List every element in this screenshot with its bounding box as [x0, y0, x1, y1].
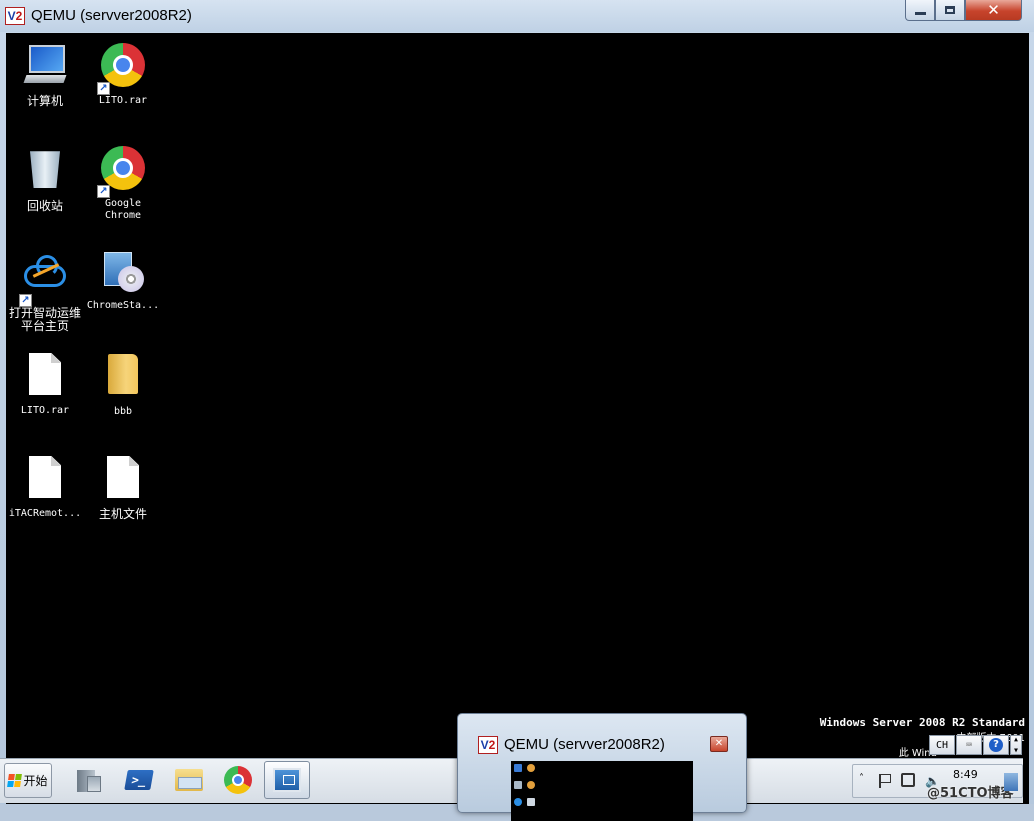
server-manager-icon [77, 766, 101, 794]
close-icon: ✕ [987, 1, 1000, 19]
clock[interactable]: 8:49 [953, 768, 978, 781]
chrome-icon: ↗ [97, 146, 147, 198]
desktop-icon-label: 回收站 [26, 199, 63, 213]
shortcut-arrow-icon: ↗ [19, 294, 32, 307]
start-button[interactable]: 开始 [4, 763, 52, 798]
language-bar: CH ⌨ ? ▴ ▾ [929, 734, 1022, 757]
show-hidden-icons-button[interactable]: ˄ [859, 773, 864, 784]
mini-desktop-icon [514, 764, 522, 772]
mini-desktop-icon [514, 798, 522, 806]
desktop-icon-recycle-bin[interactable]: 回收站 [8, 144, 82, 213]
installer-icon [99, 248, 147, 296]
taskbar-powershell[interactable]: >_ [116, 761, 162, 799]
maximize-icon [945, 6, 955, 14]
mini-desktop-icon [527, 781, 535, 789]
minimize-button[interactable] [905, 0, 935, 21]
desktop-icon-label: LITO.rar [20, 405, 70, 416]
network-icon[interactable] [901, 773, 915, 787]
computer-icon [21, 43, 69, 91]
document-icon [21, 456, 69, 504]
desktop-icon-host-file[interactable]: 主机文件 [86, 453, 160, 521]
remote-desktop-icon [273, 768, 301, 792]
windows-logo-icon [7, 774, 23, 787]
keyboard-icon[interactable]: ⌨ [956, 735, 982, 755]
title-bar[interactable]: V2 QEMU (servver2008R2) ✕ [0, 0, 1034, 32]
thumbnail-close-button[interactable]: ✕ [710, 736, 728, 752]
desktop-icon-label: iTACRemot... [8, 508, 82, 519]
shortcut-arrow-icon: ↗ [97, 82, 110, 95]
cloud-icon: ↗ [19, 255, 69, 307]
action-center-flag-icon[interactable] [879, 774, 893, 788]
shortcut-arrow-icon: ↗ [97, 185, 110, 198]
mini-desktop-icon [527, 798, 535, 806]
taskbar-server-manager[interactable] [66, 761, 112, 799]
mini-desktop-icon [527, 764, 535, 772]
recycle-bin-icon [21, 148, 69, 196]
taskbar-chrome[interactable] [215, 761, 261, 799]
window-title: QEMU (servver2008R2) [31, 7, 192, 24]
watermark-credit: @51CTO博客 [927, 786, 1014, 801]
close-button[interactable]: ✕ [965, 0, 1022, 21]
taskbar-explorer[interactable] [166, 761, 212, 799]
start-label: 开始 [23, 774, 48, 788]
chrome-icon [224, 766, 252, 794]
qemu-window: V2 QEMU (servver2008R2) ✕ 计算机 ↗ LITO.rar… [0, 0, 1034, 821]
show-desktop-button[interactable] [1004, 773, 1018, 791]
desktop-icon-lito-shortcut[interactable]: ↗ LITO.rar [86, 41, 160, 107]
desktop-icon-google-chrome[interactable]: ↗ Google Chrome [86, 144, 160, 222]
thumbnail-screen-preview [511, 761, 693, 821]
desktop-icon-label: Google Chrome [104, 198, 142, 221]
watermark-edition: Windows Server 2008 R2 Standard [819, 716, 1025, 729]
desktop-icon-ops-portal[interactable]: ↗ 打开智动运维 平台主页 [8, 247, 82, 333]
help-icon: ? [989, 738, 1003, 752]
minimize-icon [914, 11, 926, 15]
qemu-app-icon: V2 [478, 736, 498, 754]
desktop-icon-label: 主机文件 [98, 507, 147, 521]
mini-desktop-icon [514, 781, 522, 789]
taskbar-remote-desktop[interactable] [264, 761, 310, 799]
document-icon [99, 456, 147, 504]
powershell-icon: >_ [124, 770, 154, 790]
desktop-icon-label: ChromeSta... [86, 300, 160, 311]
chrome-icon: ↗ [97, 43, 147, 95]
document-icon [21, 353, 69, 401]
desktop-icon-label: bbb [113, 406, 133, 417]
desktop-icon-chrome-installer[interactable]: ChromeSta... [86, 247, 160, 312]
thumbnail-title: QEMU (servver2008R2) [504, 736, 665, 753]
taskbar-thumbnail-preview[interactable]: V2 QEMU (servver2008R2) ✕ [457, 713, 747, 821]
folder-icon [99, 354, 147, 402]
watermark-activation: 此 Wind [898, 748, 937, 759]
desktop-icon-lito-file[interactable]: LITO.rar [8, 350, 82, 417]
file-explorer-icon [175, 769, 203, 791]
desktop-icon-label: 打开智动运维 平台主页 [8, 306, 81, 333]
language-indicator[interactable]: CH [929, 735, 955, 755]
desktop-icon-computer[interactable]: 计算机 [8, 41, 82, 108]
system-tray: ˄ 🔈 8:49 @51CTO博客 [852, 764, 1023, 801]
qemu-app-icon: V2 [5, 7, 25, 25]
language-bar-options[interactable]: ▴ ▾ [1010, 734, 1022, 756]
desktop-icon-itac-remote[interactable]: iTACRemot... [8, 453, 82, 520]
guest-desktop[interactable]: 计算机 ↗ LITO.rar 回收站 ↗ Google Chrome ↗ 打开智… [6, 33, 1029, 804]
help-button[interactable]: ? [983, 735, 1009, 755]
maximize-button[interactable] [935, 0, 965, 21]
desktop-icon-label: LITO.rar [98, 95, 148, 106]
desktop-icon-label: 计算机 [26, 94, 63, 108]
desktop-icon-bbb-folder[interactable]: bbb [86, 350, 160, 418]
